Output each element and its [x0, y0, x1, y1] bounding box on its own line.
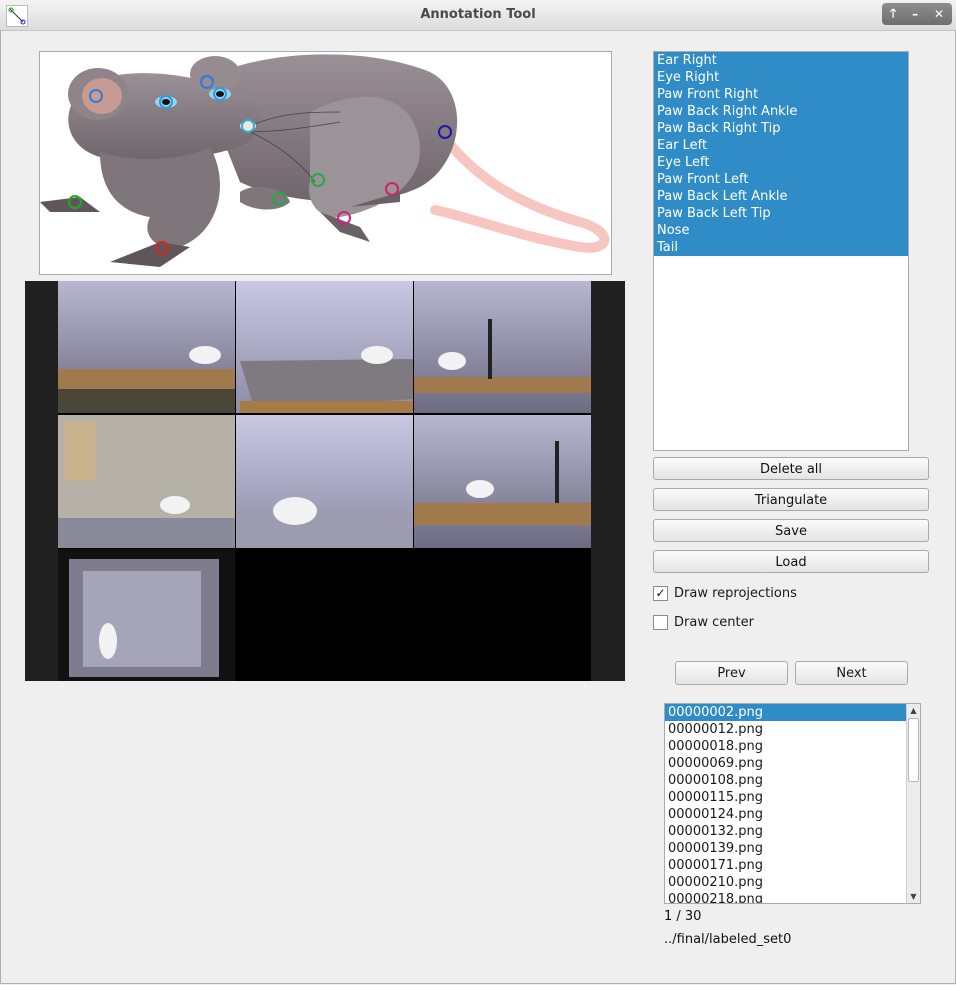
file-list-scrollbar[interactable]: ▲ ▼: [906, 704, 920, 903]
load-button[interactable]: Load: [653, 550, 929, 573]
file-item[interactable]: 00000108.png: [665, 772, 920, 789]
camera-view-1: [58, 281, 235, 413]
camera-grid[interactable]: [25, 281, 625, 681]
keypoint-item[interactable]: Paw Back Left Tip: [654, 205, 908, 222]
file-item[interactable]: 00000069.png: [665, 755, 920, 772]
keypoint-item[interactable]: Eye Right: [654, 69, 908, 86]
draw-center-label: Draw center: [674, 614, 754, 630]
camera-view-4: [58, 415, 235, 548]
file-item[interactable]: 00000210.png: [665, 874, 920, 891]
title-bar: Annotation Tool 🡑 – ✕: [0, 0, 956, 31]
camera-view-7: [58, 549, 235, 681]
triangulate-button[interactable]: Triangulate: [653, 488, 929, 511]
file-item[interactable]: 00000139.png: [665, 840, 920, 857]
minimize-icon[interactable]: –: [912, 7, 918, 21]
save-button[interactable]: Save: [653, 519, 929, 542]
next-button[interactable]: Next: [795, 661, 908, 685]
skeleton-diagram[interactable]: [39, 51, 612, 275]
keypoint-list[interactable]: Ear Right Eye Right Paw Front Right Paw …: [653, 51, 909, 451]
file-item[interactable]: 00000132.png: [665, 823, 920, 840]
keypoint-item[interactable]: Ear Right: [654, 52, 908, 69]
frame-counter: 1 / 30: [664, 909, 702, 924]
draw-reprojections-label: Draw reprojections: [674, 585, 797, 601]
camera-view-5: [236, 415, 413, 548]
keypoint-item[interactable]: Paw Back Right Ankle: [654, 103, 908, 120]
file-item[interactable]: 00000012.png: [665, 721, 920, 738]
maximize-icon[interactable]: 🡑: [890, 4, 896, 25]
file-list[interactable]: 00000002.png 00000012.png 00000018.png 0…: [664, 703, 921, 904]
scrollbar-thumb[interactable]: [908, 718, 919, 782]
checkbox-checked-icon[interactable]: ✓: [653, 585, 668, 601]
file-item[interactable]: 00000124.png: [665, 806, 920, 823]
keypoint-item[interactable]: Tail: [654, 239, 908, 256]
window-controls: 🡑 – ✕: [882, 3, 952, 25]
camera-view-6: [414, 415, 591, 548]
checkbox-unchecked-icon[interactable]: [653, 614, 668, 630]
camera-view-3: [414, 281, 591, 413]
scroll-up-icon[interactable]: ▲: [907, 704, 920, 717]
keypoint-item[interactable]: Paw Back Left Ankle: [654, 188, 908, 205]
keypoint-item[interactable]: Paw Front Right: [654, 86, 908, 103]
camera-view-2: [236, 281, 413, 413]
close-icon[interactable]: ✕: [934, 7, 944, 21]
dataset-path: ../final/labeled_set0: [664, 932, 792, 947]
draw-center-checkbox[interactable]: Draw center: [653, 614, 754, 630]
keypoint-item[interactable]: Nose: [654, 222, 908, 239]
keypoint-item[interactable]: Ear Left: [654, 137, 908, 154]
file-item[interactable]: 00000218.png: [665, 891, 920, 903]
file-item[interactable]: 00000002.png: [665, 704, 920, 721]
draw-reprojections-checkbox[interactable]: ✓ Draw reprojections: [653, 585, 797, 601]
delete-all-button[interactable]: Delete all: [653, 457, 929, 480]
file-item[interactable]: 00000171.png: [665, 857, 920, 874]
keypoint-item[interactable]: Paw Front Left: [654, 171, 908, 188]
prev-button[interactable]: Prev: [675, 661, 788, 685]
scroll-down-icon[interactable]: ▼: [907, 890, 920, 903]
file-item[interactable]: 00000018.png: [665, 738, 920, 755]
keypoint-item[interactable]: Eye Left: [654, 154, 908, 171]
keypoint-item[interactable]: Paw Back Right Tip: [654, 120, 908, 137]
file-item[interactable]: 00000115.png: [665, 789, 920, 806]
window-title: Annotation Tool: [420, 7, 536, 22]
